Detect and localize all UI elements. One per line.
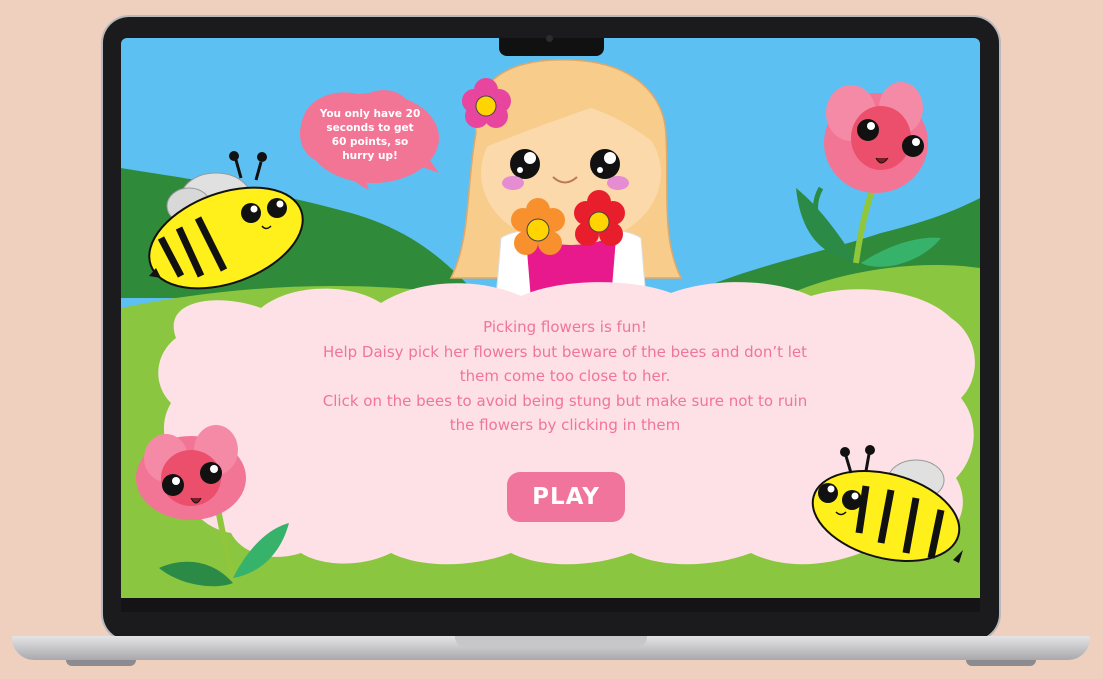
laptop-foot-right bbox=[966, 660, 1036, 666]
instruction-line: Help Daisy pick her flowers but beware o… bbox=[322, 342, 808, 361]
daisy-right-blush bbox=[607, 176, 629, 190]
daisy-character bbox=[449, 59, 683, 300]
laptop-mockup: You only have 20 seconds to get 60 point… bbox=[0, 0, 1103, 679]
instruction-line: them come too close to her. bbox=[459, 367, 671, 385]
laptop-opening-groove bbox=[455, 636, 647, 647]
laptop-foot-left bbox=[66, 660, 136, 666]
daisy-left-eye bbox=[510, 149, 540, 179]
instruction-line: the flowers by clicking in them bbox=[449, 416, 681, 434]
play-button[interactable]: PLAY bbox=[507, 472, 625, 522]
camera-icon bbox=[546, 35, 553, 42]
daisy-right-eye bbox=[590, 149, 620, 179]
laptop-chin bbox=[121, 598, 980, 612]
speech-bubble-text: You only have 20 seconds to get 60 point… bbox=[319, 108, 421, 162]
instructions-text: Picking flowers is fun! Help Daisy pick … bbox=[300, 315, 830, 438]
instruction-line: Click on the bees to avoid being stung b… bbox=[322, 391, 808, 410]
daisy-left-blush bbox=[502, 176, 524, 190]
instruction-line: Picking flowers is fun! bbox=[483, 318, 647, 336]
